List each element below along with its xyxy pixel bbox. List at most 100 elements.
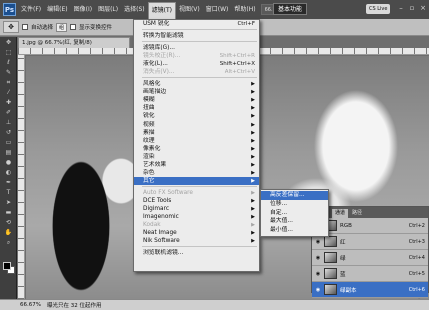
menu-item-7[interactable]: 窗口(W) <box>203 0 232 19</box>
auto-select-dropdown[interactable]: 组 <box>56 22 68 32</box>
filter-menu-item-label: 扭曲 <box>143 105 155 112</box>
submenu-arrow-icon: ▶ <box>251 214 255 221</box>
other-submenu-item[interactable]: 最小值... <box>261 226 328 235</box>
filter-menu-item[interactable]: Neat Image ▶ <box>134 229 259 237</box>
filter-menu-item[interactable]: Imagenomic ▶ <box>134 213 259 221</box>
filter-menu-item-label: 液化(L)... <box>143 61 168 68</box>
filter-menu-item[interactable]: Digimarc ▶ <box>134 205 259 213</box>
visibility-eye-icon[interactable]: ◉ <box>315 239 321 245</box>
menu-item-4[interactable]: 选择(S) <box>121 0 148 19</box>
filter-menu-item[interactable]: 其它 ▶ <box>134 176 259 185</box>
restore-icon[interactable]: ▫ <box>408 4 416 12</box>
gradient-icon[interactable]: ▤ <box>2 148 15 157</box>
eyedropper-icon[interactable]: ⁄ <box>2 88 15 97</box>
filter-menu-item[interactable]: 浏览联机滤镜... <box>134 249 259 257</box>
pen-icon[interactable]: ✒ <box>2 178 15 187</box>
shape-icon[interactable]: ▬ <box>2 208 15 217</box>
filter-menu-item-label: 像素化 <box>143 145 161 152</box>
marquee-icon[interactable]: ⬚ <box>2 48 15 57</box>
channels-panel-tabs: 图层通道路径 <box>312 207 428 218</box>
filter-menu-item[interactable]: Nik Software ▶ <box>134 237 259 245</box>
filter-menu-item[interactable]: 像素化 ▶ <box>134 145 259 153</box>
filter-menu-item[interactable]: 渲染 ▶ <box>134 153 259 161</box>
filter-menu-item[interactable]: 转换为智能滤镜 <box>134 32 259 40</box>
visibility-eye-icon[interactable]: ◉ <box>315 271 321 277</box>
quick-select-icon[interactable]: ✎ <box>2 68 15 77</box>
show-transform-checkbox[interactable] <box>70 24 77 30</box>
filter-menu-item-label: Digimarc <box>143 205 170 212</box>
filter-menu-item-label: 滤镜库(G)... <box>143 45 175 52</box>
filter-menu-item-label: 浏览联机滤镜... <box>143 250 184 257</box>
stamp-icon[interactable]: ⊥ <box>2 118 15 127</box>
close-icon[interactable]: × <box>419 4 427 12</box>
submenu-arrow-icon: ▶ <box>251 177 255 184</box>
filter-menu-item[interactable]: 纹理 ▶ <box>134 137 259 145</box>
move-tool-icon[interactable]: ✥ <box>3 21 19 33</box>
filter-menu: USM 锐化 Ctrl+F 转换为智能滤镜 滤镜库(G)... 镜头校正(R)... Sh… <box>133 19 260 272</box>
filter-menu-item[interactable]: USM 锐化 Ctrl+F <box>134 20 259 28</box>
channel-row[interactable]: ◉ 绿 Ctrl+4 <box>312 250 428 266</box>
channel-row[interactable]: ◉RGBCtrl+2 <box>312 218 428 234</box>
channel-thumbnail <box>324 268 337 279</box>
filter-menu-item[interactable]: DCE Tools ▶ <box>134 197 259 205</box>
channel-row[interactable]: ◉ 蓝 Ctrl+5 <box>312 266 428 282</box>
filter-menu-item[interactable]: 风格化 ▶ <box>134 80 259 88</box>
channel-row[interactable]: ◉ 绿副本 Ctrl+6 <box>312 282 428 298</box>
other-submenu-item[interactable]: 自定... <box>261 209 328 218</box>
status-zoom[interactable]: 66.67% <box>20 302 41 308</box>
panel-tab[interactable]: 路径 <box>349 209 365 218</box>
menu-item-6[interactable]: 视图(V) <box>176 0 203 19</box>
other-submenu-item[interactable]: 位移... <box>261 200 328 209</box>
foreground-color-swatch[interactable] <box>3 262 11 270</box>
menu-item-8[interactable]: 帮助(H) <box>231 0 258 19</box>
filter-menu-item[interactable]: 杂色 ▶ <box>134 169 259 177</box>
filter-menu-item[interactable]: 画笔描边 ▶ <box>134 88 259 96</box>
menu-item-1[interactable]: 编辑(E) <box>44 0 70 19</box>
lasso-icon[interactable]: ℓ <box>2 58 15 67</box>
filter-menu-item-label: 转换为智能滤镜 <box>143 33 184 40</box>
cs-live-button[interactable]: CS Live <box>366 4 391 14</box>
eraser-icon[interactable]: ▭ <box>2 138 15 147</box>
filter-menu-item[interactable]: 锐化 ▶ <box>134 112 259 120</box>
filter-menu-item-label: 素描 <box>143 129 155 136</box>
filter-menu-item[interactable]: 液化(L)... Shift+Ctrl+X <box>134 60 259 68</box>
crop-icon[interactable]: ⌗ <box>2 78 15 87</box>
menu-item-5[interactable]: 滤镜(T) <box>147 2 176 19</box>
type-icon[interactable]: T <box>2 188 15 197</box>
panel-tab[interactable]: 通道 <box>332 209 349 218</box>
filter-menu-item[interactable]: 模糊 ▶ <box>134 96 259 104</box>
submenu-arrow-icon: ▶ <box>251 129 255 136</box>
filter-menu-item[interactable]: 视频 ▶ <box>134 121 259 129</box>
menu-item-3[interactable]: 图层(L) <box>95 0 121 19</box>
channel-name: 蓝 <box>340 271 346 278</box>
healing-icon[interactable]: ✚ <box>2 98 15 107</box>
photoshop-logo: Ps <box>3 3 16 16</box>
zoom-icon[interactable]: ⌕ <box>2 238 15 247</box>
dodge-icon[interactable]: ◐ <box>2 168 15 177</box>
menu-item-2[interactable]: 图像(I) <box>71 0 95 19</box>
document-tab[interactable]: 1.jpg @ 66.7%(红, 复制/8) <box>18 37 130 48</box>
workspace-button[interactable]: 基本功能 <box>273 3 308 15</box>
minimize-icon[interactable]: – <box>397 4 405 12</box>
submenu-arrow-icon: ▶ <box>251 222 255 229</box>
filter-menu-item[interactable]: 艺术效果 ▶ <box>134 161 259 169</box>
hand-icon[interactable]: ✋ <box>2 228 15 237</box>
other-submenu-item[interactable]: 高反差保留... <box>261 191 328 200</box>
visibility-eye-icon[interactable]: ◉ <box>315 287 321 293</box>
filter-menu-item[interactable]: 素描 ▶ <box>134 129 259 137</box>
submenu-arrow-icon: ▶ <box>251 81 255 88</box>
channel-row[interactable]: ◉ 红 Ctrl+3 <box>312 234 428 250</box>
blur-icon[interactable]: ● <box>2 158 15 167</box>
visibility-eye-icon[interactable]: ◉ <box>315 255 321 261</box>
path-select-icon[interactable]: ➤ <box>2 198 15 207</box>
history-brush-icon[interactable]: ↺ <box>2 128 15 137</box>
brush-icon[interactable]: ✐ <box>2 108 15 117</box>
3d-rotate-icon[interactable]: ⟲ <box>2 218 15 227</box>
channel-name: 绿副本 <box>340 287 357 294</box>
menu-item-0[interactable]: 文件(F) <box>18 0 44 19</box>
filter-menu-item[interactable]: 扭曲 ▶ <box>134 104 259 112</box>
auto-select-checkbox[interactable] <box>22 24 28 30</box>
other-submenu-item[interactable]: 最大值... <box>261 217 328 226</box>
filter-menu-item[interactable]: 滤镜库(G)... <box>134 44 259 52</box>
move-icon[interactable]: ✥ <box>2 38 15 47</box>
